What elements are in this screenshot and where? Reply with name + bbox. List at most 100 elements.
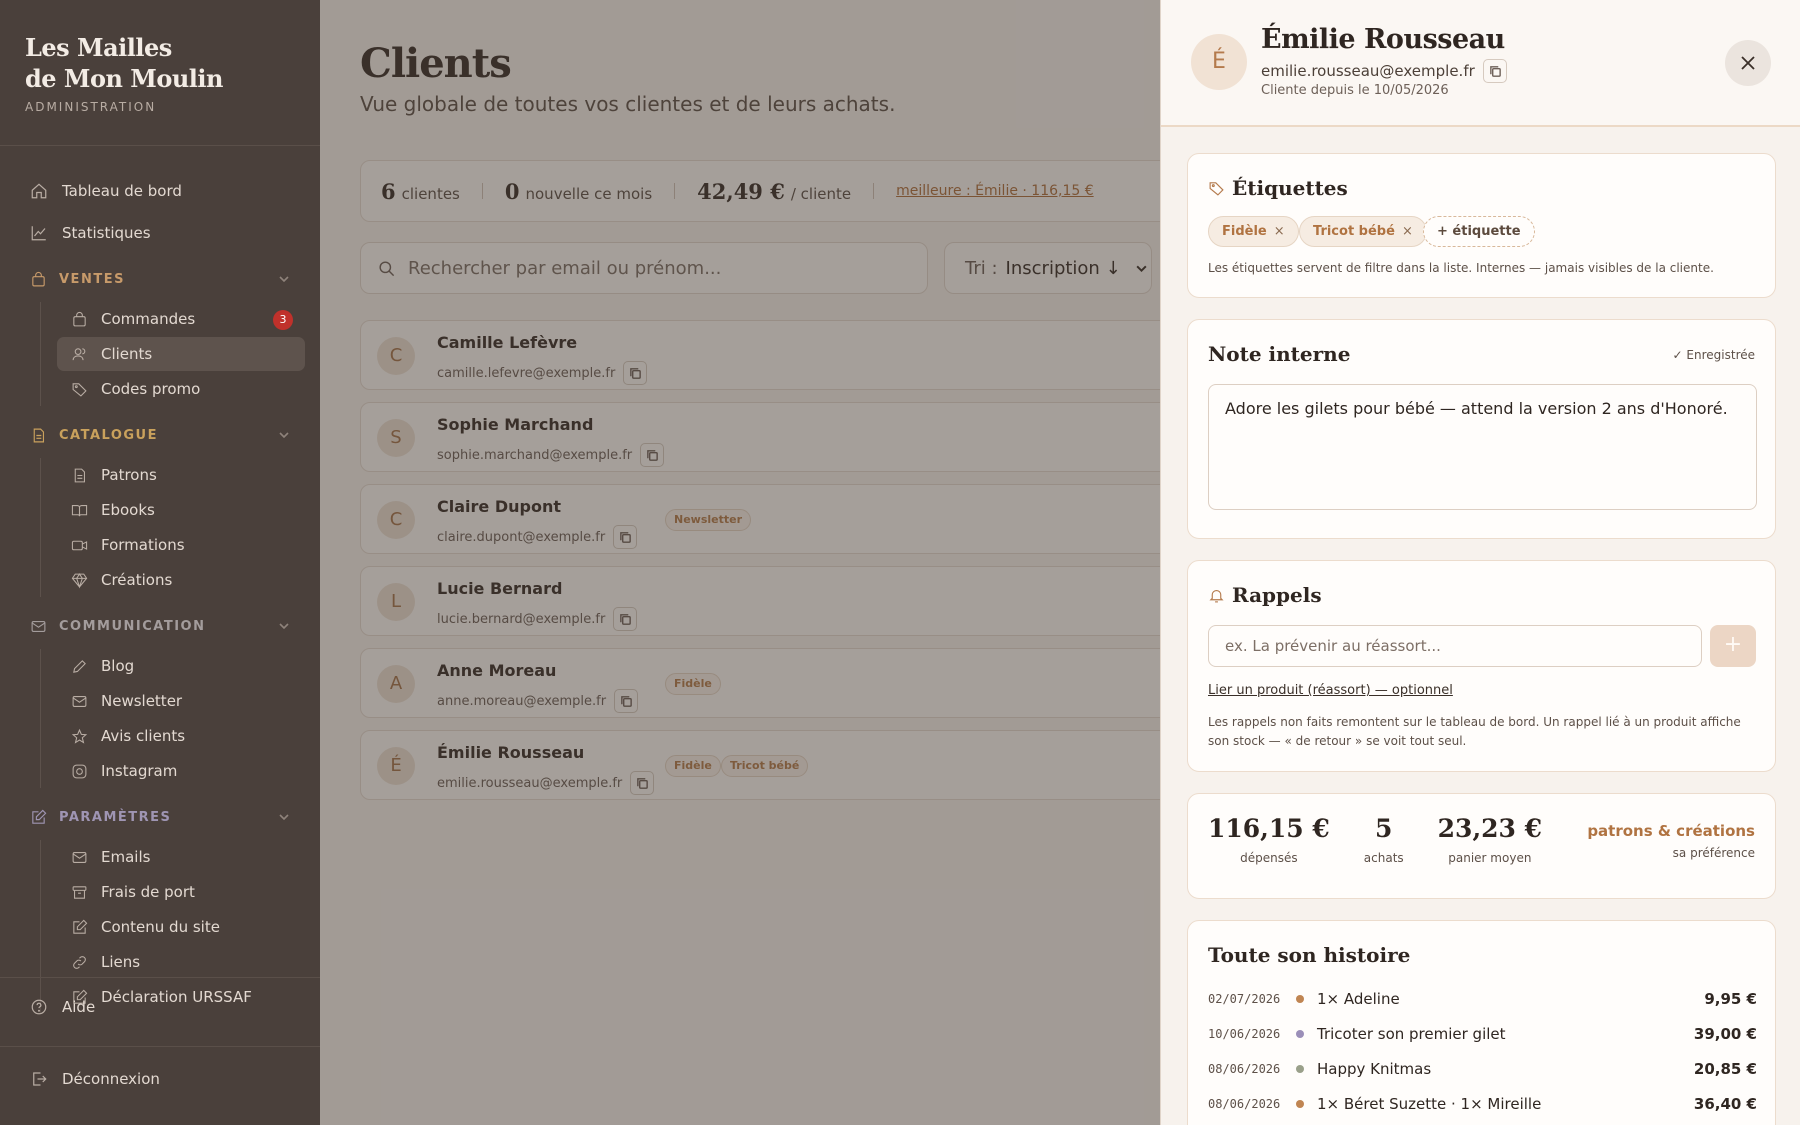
nav-logout-label: Déconnexion xyxy=(62,1070,160,1088)
nav-emails-label: Emails xyxy=(101,848,151,866)
history-label: Happy Knitmas xyxy=(1317,1060,1432,1078)
nav-emails[interactable]: Emails xyxy=(57,840,305,874)
sidebar-footer: Aide Déconnexion xyxy=(0,977,320,1125)
client-since: Cliente depuis le 10/05/2026 xyxy=(1261,83,1449,98)
nav-dashboard-label: Tableau de bord xyxy=(62,182,182,200)
save-status: ✓ Enregistrée xyxy=(1672,348,1755,362)
chevron-down-icon xyxy=(279,623,289,630)
list-item[interactable]: 08/06/2026 Happy Knitmas 20,85 € xyxy=(1208,1057,1757,1081)
nav-logout[interactable]: Déconnexion xyxy=(0,1062,160,1096)
brand-subtitle: ADMINISTRATION xyxy=(25,100,157,114)
nav-patterns[interactable]: Patrons xyxy=(57,458,305,492)
tags-hint: Les étiquettes servent de filtre dans la… xyxy=(1208,261,1714,275)
link-icon xyxy=(73,955,86,969)
section-catalogue[interactable]: CATALOGUE xyxy=(0,418,320,452)
tag-chip-tricot-bebe: Tricot bébé × xyxy=(1299,216,1427,247)
add-tag-button[interactable]: + étiquette xyxy=(1423,216,1535,247)
edit-icon xyxy=(32,809,47,824)
nav-stats-label: Statistiques xyxy=(62,224,151,242)
tag-icon xyxy=(72,382,87,397)
nav-newsletter[interactable]: Newsletter xyxy=(57,684,305,718)
nav-ebooks[interactable]: Ebooks xyxy=(57,493,305,527)
drawer-header: É Émilie Rousseau emilie.rousseau@exempl… xyxy=(1161,0,1800,127)
nav-shipping-label: Frais de port xyxy=(101,883,195,901)
nav-courses-label: Formations xyxy=(101,536,185,554)
list-item[interactable]: 02/07/2026 1× Adeline 9,95 € xyxy=(1208,987,1757,1011)
history-amount: 9,95 € xyxy=(1704,990,1757,1008)
reminders-hint: Les rappels non faits remontent sur le t… xyxy=(1208,715,1741,748)
nav-blog-label: Blog xyxy=(101,657,135,675)
section-ventes[interactable]: VENTES xyxy=(0,262,320,296)
document-icon xyxy=(74,468,85,482)
orders-badge: 3 xyxy=(273,310,293,330)
nav-clients[interactable]: Clients xyxy=(57,337,305,371)
nav-instagram-label: Instagram xyxy=(101,762,178,780)
nav-promo[interactable]: Codes promo xyxy=(57,372,305,406)
bag-icon xyxy=(32,271,45,286)
history-label: 1× Adeline xyxy=(1317,990,1400,1008)
nav-links[interactable]: Liens xyxy=(57,945,305,979)
help-icon xyxy=(31,999,47,1015)
history-date: 08/06/2026 xyxy=(1208,1097,1281,1111)
copy-email-button[interactable] xyxy=(1482,59,1507,83)
logout-icon xyxy=(33,1072,47,1086)
chevron-down-icon xyxy=(279,276,289,283)
category-dot xyxy=(1296,1030,1304,1038)
list-item[interactable]: 08/06/2026 1× Béret Suzette · 1× Mireille… xyxy=(1208,1092,1757,1116)
pen-icon xyxy=(73,659,86,673)
client-name: Émilie Rousseau xyxy=(1261,24,1505,55)
nav-patterns-label: Patrons xyxy=(101,466,157,484)
totals-card: 116,15 € dépensés 5 achats 23,23 € panier m… xyxy=(1187,793,1776,899)
note-card-title: Note interne xyxy=(1208,342,1351,366)
history-label: 1× Béret Suzette · 1× Mireille xyxy=(1317,1095,1542,1113)
remove-tag-button[interactable]: × xyxy=(1402,224,1413,239)
brand-title-line2: de Mon Moulin xyxy=(25,64,224,93)
nav-help[interactable]: Aide xyxy=(0,990,320,1024)
section-communication[interactable]: COMMUNICATION xyxy=(0,609,320,643)
history-label: Tricoter son premier gilet xyxy=(1317,1025,1506,1043)
nav-dashboard[interactable]: Tableau de bord xyxy=(0,174,320,208)
nav-orders[interactable]: Commandes 3 xyxy=(57,302,305,336)
average-basket: 23,23 € panier moyen xyxy=(1437,814,1543,865)
category-dot xyxy=(1296,1065,1304,1073)
nav-instagram[interactable]: Instagram xyxy=(57,754,305,788)
nav-reviews[interactable]: Avis clients xyxy=(57,719,305,753)
chart-icon xyxy=(31,226,46,241)
nav-links-label: Liens xyxy=(101,953,141,971)
tag-icon xyxy=(1209,181,1224,196)
link-product-link[interactable]: Lier un produit (réassort) — optionnel xyxy=(1208,683,1453,698)
remove-tag-button[interactable]: × xyxy=(1274,224,1285,239)
history-date: 08/06/2026 xyxy=(1208,1062,1281,1076)
nav-blog[interactable]: Blog xyxy=(57,649,305,683)
nav-help-label: Aide xyxy=(62,998,96,1016)
home-icon xyxy=(31,183,47,199)
diamond-icon xyxy=(71,572,88,589)
nav-courses[interactable]: Formations xyxy=(57,528,305,562)
section-ventes-title: VENTES xyxy=(59,271,125,287)
nav-site-content[interactable]: Contenu du site xyxy=(57,910,305,944)
reminder-input[interactable]: ex. La prévenir au réassort... xyxy=(1208,625,1702,667)
nav-ebooks-label: Ebooks xyxy=(101,501,155,519)
nav-stats[interactable]: Statistiques xyxy=(0,216,320,250)
document-icon xyxy=(33,428,45,442)
note-textarea[interactable]: Adore les gilets pour bébé — attend la v… xyxy=(1208,384,1757,510)
box-icon xyxy=(72,885,87,899)
nav-shipping[interactable]: Frais de port xyxy=(57,875,305,909)
history-card-title: Toute son histoire xyxy=(1208,943,1411,967)
section-parametres[interactable]: PARAMÈTRES xyxy=(0,800,320,834)
add-reminder-button[interactable]: + xyxy=(1710,625,1756,667)
total-purchases: 5 achats xyxy=(1363,814,1404,865)
reminders-card: Rappels ex. La prévenir au réassort... +… xyxy=(1187,560,1776,772)
note-card: Note interne ✓ Enregistrée Adore les gil… xyxy=(1187,319,1776,539)
nav-creations[interactable]: Créations xyxy=(57,563,305,597)
avatar: É xyxy=(1191,34,1247,90)
close-button[interactable] xyxy=(1725,40,1771,86)
chevron-down-icon xyxy=(279,814,289,821)
history-date: 02/07/2026 xyxy=(1208,992,1281,1006)
history-card: Toute son histoire 02/07/2026 1× Adeline 9… xyxy=(1187,920,1776,1125)
star-icon xyxy=(71,728,88,744)
list-item[interactable]: 10/06/2026 Tricoter son premier gilet 39,0… xyxy=(1208,1022,1757,1046)
preference: patrons & créations sa préférence xyxy=(1587,822,1755,860)
history-amount: 39,00 € xyxy=(1693,1025,1757,1043)
mail-icon xyxy=(72,851,87,863)
